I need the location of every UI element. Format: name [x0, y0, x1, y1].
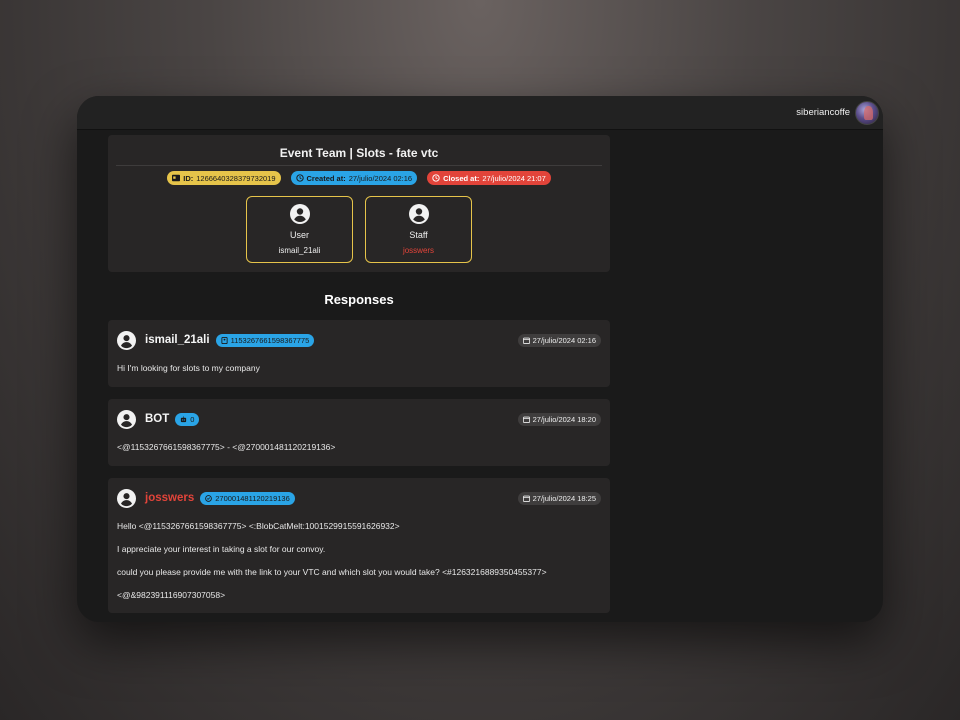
responses-title: Responses — [324, 292, 394, 307]
closed-value: 27/julio/2024 21:07 — [482, 173, 546, 183]
author-id: 270001481120219136 — [215, 493, 290, 503]
message-time-value: 27/julio/2024 18:20 — [532, 414, 596, 424]
message-body: Hi I'm looking for slots to my company — [117, 363, 601, 373]
message-time: 27/julio/2024 18:25 — [517, 491, 601, 505]
message-card: ismail_21ali 1153267661598367775 27/juli… — [108, 320, 610, 387]
staff-name: josswers — [402, 246, 435, 255]
participants: User ismail_21ali Staff josswers — [116, 196, 602, 263]
user-circle-icon — [408, 204, 429, 224]
closed-badge: Closed at: 27/julio/2024 21:07 — [427, 171, 551, 185]
id-badge-icon — [221, 336, 228, 344]
id-label: ID: — [183, 173, 194, 183]
event-badges: ID: 1266640328379732019 Created at: 27/j… — [116, 171, 602, 187]
message-time-value: 27/julio/2024 02:16 — [532, 335, 596, 345]
message-line: <@&982391116907307058> — [117, 590, 226, 600]
robot-icon — [181, 415, 187, 422]
message-header: ismail_21ali 1153267661598367775 27/juli… — [117, 330, 601, 350]
created-value: 27/julio/2024 02:16 — [348, 173, 413, 183]
app-window: siberiancoffe Event Team | Slots - fate … — [77, 96, 883, 622]
current-username[interactable]: siberiancoffe — [796, 107, 850, 118]
user-circle-icon — [117, 488, 136, 508]
id-card-icon — [172, 174, 181, 182]
main-content: Event Team | Slots - fate vtc ID: 126664… — [108, 135, 610, 622]
clock-icon — [432, 174, 440, 182]
message-author[interactable]: ismail_21ali — [145, 334, 210, 346]
id-badge: ID: 1266640328379732019 — [167, 171, 281, 185]
user-role: User — [289, 230, 309, 240]
created-label: Created at: — [306, 173, 346, 183]
message-line: could you please provide me with the lin… — [117, 567, 547, 577]
clock-icon — [295, 174, 304, 182]
avatar[interactable] — [855, 100, 879, 125]
closed-label: Closed at: — [443, 173, 480, 183]
message-time: 27/julio/2024 18:20 — [517, 412, 601, 426]
user-circle-icon — [117, 330, 136, 350]
message-card: BOT 0 27/julio/2024 18:20 <@115326766159… — [108, 399, 610, 466]
staff-role: Staff — [409, 230, 428, 240]
message-line: <@1153267661598367775> - <@2700014811202… — [117, 442, 336, 452]
staff-card[interactable]: Staff josswers — [365, 196, 472, 263]
message-author[interactable]: josswers — [145, 492, 194, 504]
message-body: Hello <@1153267661598367775> <:BlobCatMe… — [117, 521, 601, 600]
message-card: josswers 270001481120219136 27/julio/202… — [108, 478, 610, 613]
calendar-icon — [522, 416, 530, 423]
message-time-value: 27/julio/2024 18:25 — [532, 493, 596, 503]
user-name: ismail_21ali — [278, 246, 321, 255]
author-id-badge: 0 — [175, 412, 200, 426]
author-id: 0 — [190, 414, 195, 424]
id-value: 1266640328379732019 — [196, 173, 276, 183]
message-time: 27/julio/2024 02:16 — [517, 333, 601, 347]
id-badge-icon — [205, 494, 213, 502]
divider — [116, 165, 602, 166]
event-title: Event Team | Slots - fate vtc — [279, 146, 439, 160]
user-circle-icon — [289, 204, 310, 224]
message-header: BOT 0 27/julio/2024 18:20 — [117, 409, 601, 429]
message-line: I appreciate your interest in taking a s… — [117, 544, 326, 554]
author-id: 1153267661598367775 — [230, 335, 310, 345]
author-id-badge: 1153267661598367775 — [215, 333, 315, 347]
calendar-icon — [522, 495, 530, 502]
message-body: <@1153267661598367775> - <@2700014811202… — [117, 442, 601, 452]
event-card: Event Team | Slots - fate vtc ID: 126664… — [108, 135, 610, 272]
author-id-badge: 270001481120219136 — [200, 491, 295, 505]
user-circle-icon — [117, 409, 136, 429]
message-header: josswers 270001481120219136 27/julio/202… — [117, 488, 601, 508]
calendar-icon — [522, 337, 530, 344]
created-badge: Created at: 27/julio/2024 02:16 — [290, 171, 418, 185]
top-bar: siberiancoffe — [77, 96, 883, 130]
user-card[interactable]: User ismail_21ali — [246, 196, 353, 263]
message-line: Hello <@1153267661598367775> <:BlobCatMe… — [117, 521, 400, 531]
message-line: Hi I'm looking for slots to my company — [117, 363, 260, 373]
message-author[interactable]: BOT — [145, 413, 169, 425]
